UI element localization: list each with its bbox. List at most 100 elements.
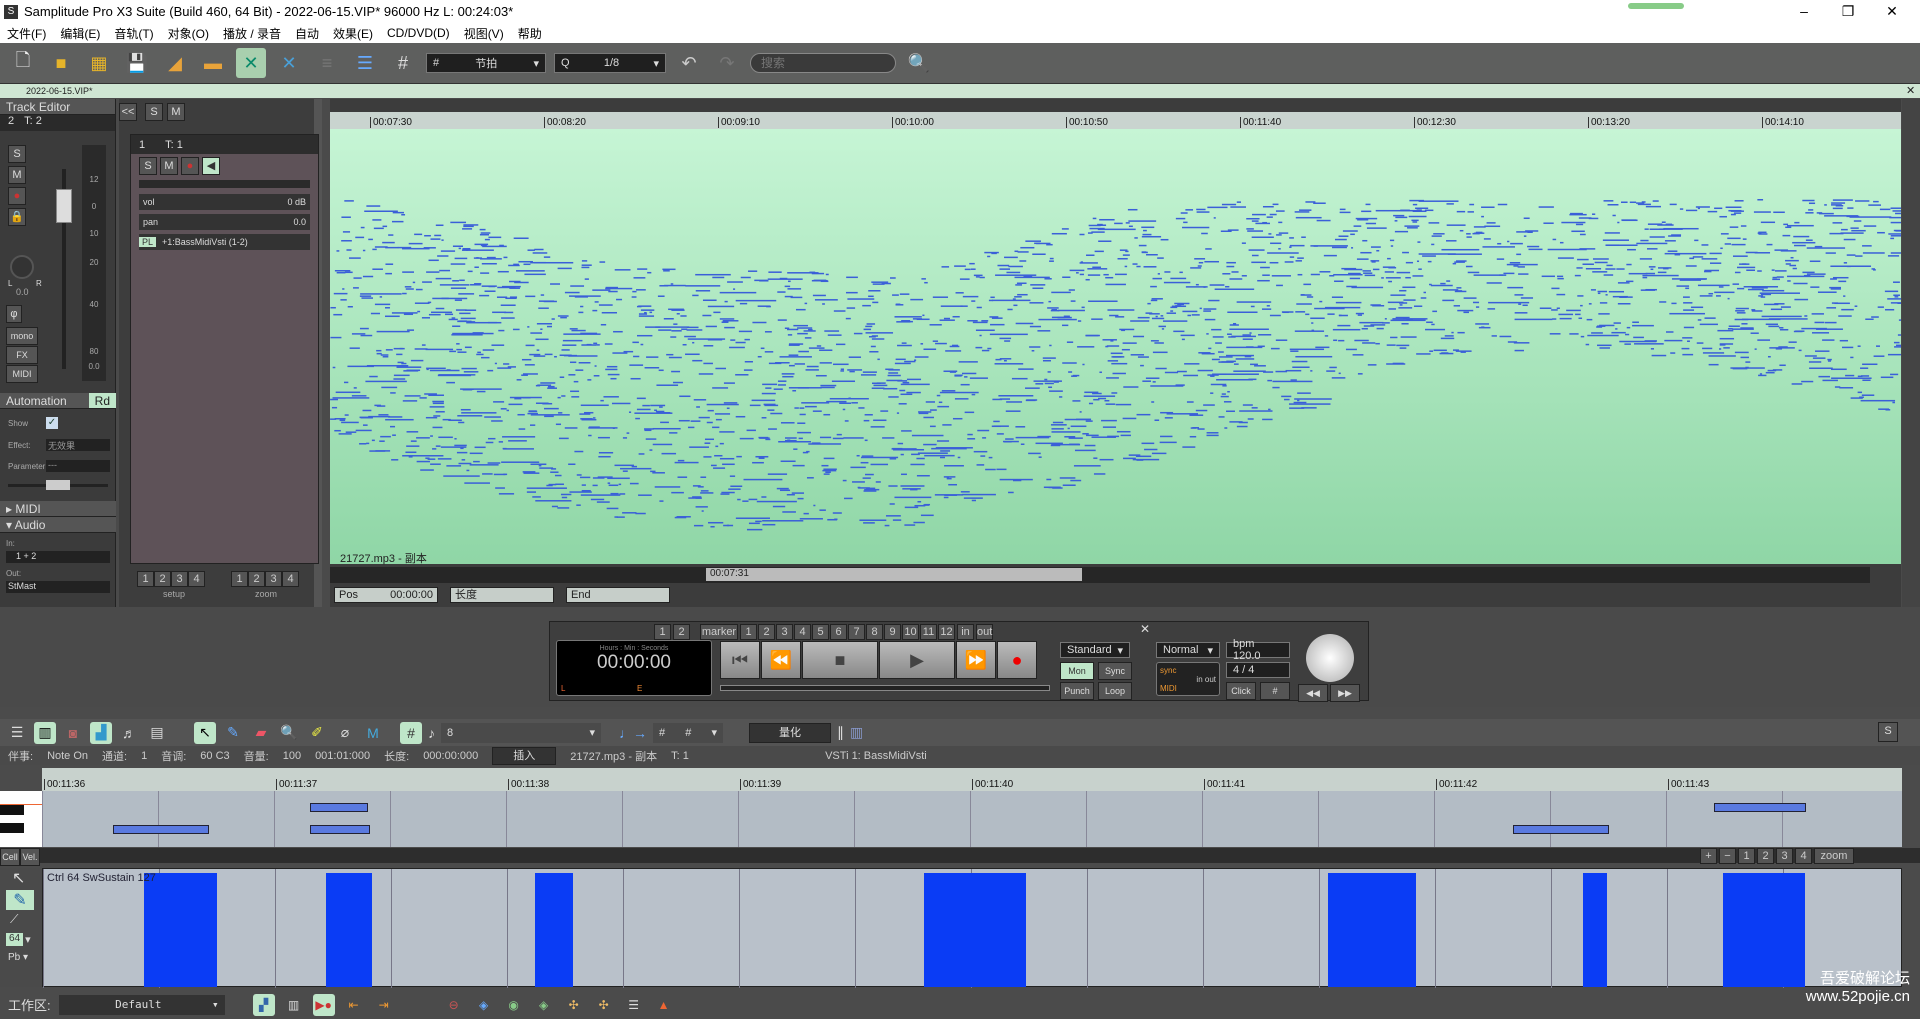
controller-editor-icon[interactable]: ▟ (90, 721, 112, 744)
controller-lane[interactable]: Ctrl 64 SwSustain 127 (42, 868, 1902, 988)
audio-out-select[interactable]: StMast (6, 581, 110, 593)
spectrum-icon[interactable]: ▲ (653, 994, 675, 1016)
pencil-tool-icon[interactable]: ✎ (222, 722, 244, 744)
open-folder-icon[interactable]: ■ (46, 48, 76, 78)
piano-roll-grid[interactable] (42, 791, 1902, 847)
audio-in-select[interactable]: 1 + 2 (6, 551, 110, 563)
collapse-button[interactable]: << (119, 103, 137, 121)
position-value[interactable]: 001:01:000 (315, 750, 370, 762)
track-1[interactable]: 1 T: 1 S M ● ◀ vol 0 dB pan 0.0 PL +1:BassMi… (130, 134, 319, 564)
record-icon[interactable]: ● (997, 641, 1037, 679)
midi-note[interactable] (1513, 825, 1609, 834)
insert-button[interactable]: 插入 (492, 746, 557, 765)
wave-zoom-out-icon[interactable]: ✣ (593, 994, 615, 1016)
marker-button[interactable]: 12 (938, 624, 955, 640)
loop-button[interactable]: Loop (1098, 682, 1132, 700)
pointer-icon[interactable]: ↖ (0, 868, 42, 888)
drum-editor-icon[interactable]: ◙ (62, 722, 84, 744)
midi-section-header[interactable]: ▸ MIDI (0, 501, 116, 517)
zoom-select[interactable]: zoom (1814, 848, 1854, 864)
close-doc-icon[interactable]: ✕ (1906, 84, 1915, 97)
line-tool-icon[interactable]: ⟋ (0, 912, 42, 927)
close-transport-icon[interactable]: ✕ (1140, 622, 1150, 636)
scroll-thumb[interactable]: 00:07:31 (706, 568, 1082, 581)
track-stack-icon[interactable]: ≡ (312, 48, 342, 78)
marker-button[interactable]: 7 (848, 624, 865, 640)
rewind-icon[interactable]: ⏪ (761, 641, 801, 679)
workspace-select[interactable]: Default ▾ (58, 994, 225, 1015)
audio-section-header[interactable]: ▾ Audio (0, 517, 116, 533)
track-record-icon[interactable]: ● (181, 157, 199, 175)
time-display[interactable]: Hours : Min : Seconds 00:00:00 LE (556, 640, 712, 696)
quantize-button[interactable]: 量化 (749, 722, 831, 743)
event-type[interactable]: Note On (47, 750, 88, 762)
play-record-icon[interactable]: ▶● (312, 993, 335, 1016)
transport-mode-select[interactable]: Standard ▾ (1060, 642, 1130, 658)
pitchbend-select[interactable]: Pb ▾ (0, 952, 42, 963)
jog-forward-icon[interactable]: ▶▶ (1330, 684, 1360, 702)
automation-header[interactable]: Automation Rd (0, 393, 116, 409)
maximize-button[interactable]: ❐ (1826, 0, 1870, 23)
marker-button[interactable]: 11 (920, 624, 937, 640)
marker-diamond-icon[interactable]: ◈ (533, 994, 555, 1016)
midi-note[interactable] (113, 825, 209, 834)
range-end-icon[interactable]: ⇥ (373, 994, 395, 1016)
mixer-icon[interactable]: ▥ (283, 994, 305, 1016)
menu-effects[interactable]: 效果(E) (326, 25, 380, 42)
velocity-tool-icon[interactable]: ∥ (837, 724, 844, 741)
read-mode-button[interactable]: Rd (88, 393, 116, 408)
meter-tool-icon[interactable]: ▥ (850, 724, 863, 741)
track-select[interactable]: T: 1 (671, 750, 811, 762)
bpm-select[interactable]: bpm 120.0 (1226, 638, 1290, 662)
instrument-select[interactable]: VSTi 1: BassMidiVsti (825, 750, 927, 762)
pointer-tool-icon[interactable]: ↖ (194, 721, 216, 744)
vol-slider[interactable]: vol 0 dB (139, 194, 310, 210)
parameter-field[interactable]: --- (46, 460, 110, 472)
track-select[interactable]: 2 T: 2 (0, 115, 115, 131)
midi-time-ruler[interactable]: 00:11:36 00:11:37 00:11:38 00:11:39 00:11:40… (42, 768, 1902, 791)
object-select[interactable]: 21727.mp3 - 副本 (570, 748, 657, 764)
grid-lock-icon[interactable]: # (1260, 682, 1290, 700)
midi-note[interactable] (310, 803, 368, 812)
time-signature-select[interactable]: 4 / 4 (1226, 662, 1290, 678)
controller-value-bar[interactable] (924, 873, 1026, 987)
controller-number[interactable]: 64 (6, 933, 24, 946)
midi-object[interactable]: 21727.mp3 - 副本 (330, 129, 1901, 565)
marker-button[interactable]: 2 (758, 624, 775, 640)
step-input-icon[interactable]: ♩→ (619, 725, 647, 741)
quantize-select[interactable]: Q 1/8 ▾ (554, 53, 666, 73)
track-mute-button[interactable]: M (160, 157, 178, 175)
mute-button[interactable]: M (8, 166, 26, 184)
controller-value-bar[interactable] (326, 873, 372, 987)
menu-object[interactable]: 对象(O) (161, 25, 216, 42)
glue-tool-icon[interactable]: ⌀ (334, 722, 356, 744)
new-file-icon[interactable]: 🗋 (8, 48, 38, 78)
automation-slider[interactable] (8, 480, 108, 490)
stop-icon[interactable]: ■ (802, 641, 878, 679)
redo-icon[interactable]: ↷ (712, 48, 742, 78)
arrange-icon[interactable]: ☰ (350, 48, 380, 78)
record-icon[interactable]: ● (8, 187, 26, 205)
jog-wheel[interactable] (1306, 634, 1354, 682)
menu-help[interactable]: 帮助 (511, 25, 549, 42)
click-button[interactable]: Click (1226, 682, 1256, 700)
marker-button[interactable]: 9 (884, 624, 901, 640)
normal-select[interactable]: Normal ▾ (1156, 642, 1220, 658)
length-value[interactable]: 000:00:000 (423, 750, 478, 762)
horizontal-scrollbar[interactable]: 00:07:31 (330, 567, 1870, 583)
sheet-icon[interactable]: ▤ (146, 722, 168, 744)
solo-button[interactable]: S (8, 145, 26, 163)
cell-button[interactable]: Cell (0, 848, 20, 866)
note-length-select[interactable]: 8 ▾ (441, 722, 601, 743)
close-button[interactable]: ✕ (1870, 0, 1914, 23)
highlighter-icon[interactable]: ✐ (306, 722, 328, 744)
go-to-start-icon[interactable]: ⏮ (720, 641, 760, 679)
midi-note[interactable] (310, 825, 370, 834)
search-input[interactable] (750, 53, 896, 73)
crossfade-editor-icon[interactable]: ✕ (274, 48, 304, 78)
track-solo-button[interactable]: S (139, 157, 157, 175)
time-ruler[interactable]: 00:07:30 00:08:20 00:09:10 00:10:00 00:10:50… (330, 112, 1901, 129)
marker-red-icon[interactable]: ⊖ (443, 994, 465, 1016)
volume-fader[interactable] (56, 189, 72, 223)
save-icon[interactable]: 💾 (122, 48, 152, 78)
